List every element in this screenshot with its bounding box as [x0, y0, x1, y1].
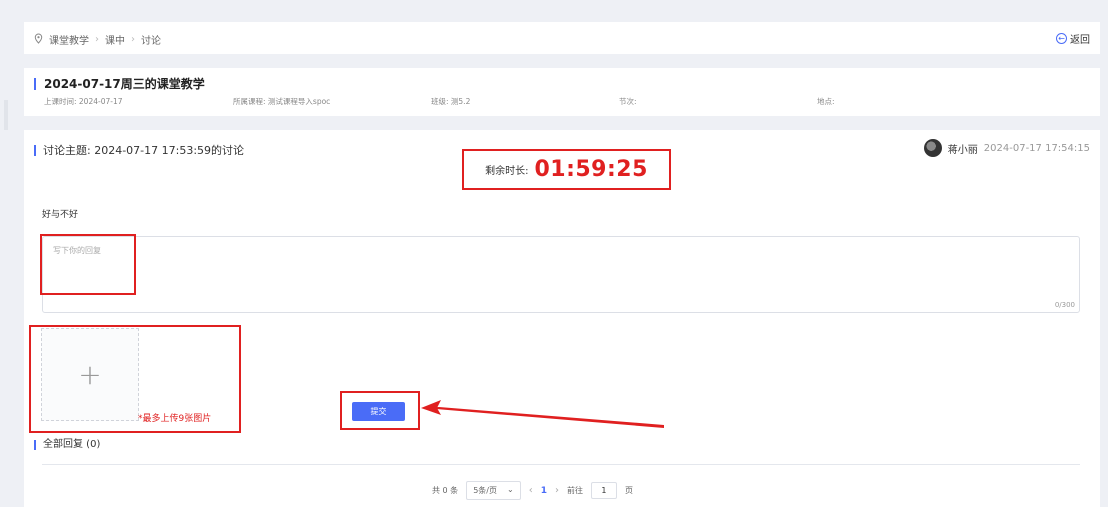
chevron-right-icon: ›: [95, 34, 99, 45]
lesson-class: 班级: 测5.2: [431, 97, 471, 106]
image-upload-button[interactable]: +: [41, 328, 139, 421]
back-arrow-icon: ←: [1056, 33, 1067, 44]
discussion-topic: 讨论主题: 2024-07-17 17:53:59的讨论: [34, 145, 244, 156]
chevron-down-icon: ⌄: [506, 485, 514, 494]
discussion-question: 好与不好: [42, 210, 79, 220]
plus-icon: +: [78, 357, 102, 391]
author-info: 蒋小丽 2024-07-17 17:54:15: [923, 139, 1090, 157]
lesson-title: 2024-07-17周三的课堂教学: [34, 78, 205, 90]
page-number-current[interactable]: 1: [541, 486, 547, 496]
avatar: [923, 139, 942, 157]
back-button[interactable]: ← 返回: [1056, 31, 1090, 46]
breadcrumb-item-teaching[interactable]: 课堂教学: [49, 32, 89, 47]
author-time: 2024-07-17 17:54:15: [983, 142, 1090, 154]
reply-textarea[interactable]: 写下你的回复 0/300: [42, 236, 1080, 313]
annotation-arrow-icon: [421, 400, 664, 428]
breadcrumb: 课堂教学 › 课中 › 讨论: [34, 32, 161, 47]
side-edge: [4, 100, 8, 130]
lesson-info-card: 2024-07-17周三的课堂教学 上课时间: 2024-07-17 所属课程:…: [24, 68, 1100, 116]
back-label: 返回: [1070, 35, 1090, 46]
prev-page-icon[interactable]: ‹: [529, 485, 533, 496]
discussion-card: 讨论主题: 2024-07-17 17:53:59的讨论 蒋小丽 2024-07…: [24, 130, 1100, 507]
lesson-location: 地点:: [817, 97, 835, 106]
divider: [42, 464, 1080, 465]
goto-page-input[interactable]: 1: [590, 482, 617, 499]
breadcrumb-bar: 课堂教学 › 课中 › 讨论 ← 返回: [24, 22, 1100, 54]
location-pin-icon: [34, 32, 43, 47]
timer-label: 剩余时长:: [485, 166, 529, 177]
lesson-time: 上课时间: 2024-07-17: [44, 97, 123, 106]
lesson-period: 节次:: [619, 97, 637, 106]
page-size-value: 5条/页: [473, 486, 497, 495]
upload-note: *最多上传9张图片: [138, 414, 212, 424]
breadcrumb-item-discussion: 讨论: [141, 36, 161, 47]
annotation-highlight-reply: [40, 234, 136, 295]
char-counter: 0/300: [1054, 301, 1075, 309]
pagination: 共 0 条 5条/页 ⌄ ‹ 1 › 前往 1 页: [432, 481, 633, 500]
all-replies-heading: 全部回复 (0): [34, 440, 100, 450]
page-suffix: 页: [624, 486, 633, 495]
goto-label: 前往: [566, 486, 583, 495]
chevron-right-icon: ›: [131, 34, 135, 45]
pagination-total: 共 0 条: [432, 486, 459, 495]
submit-button[interactable]: 提交: [352, 402, 405, 421]
page-size-select[interactable]: 5条/页 ⌄: [466, 481, 521, 500]
countdown-timer: 剩余时长: 01:59:25: [462, 149, 671, 190]
breadcrumb-item-in-class[interactable]: 课中: [105, 32, 125, 47]
author-name: 蒋小丽: [947, 144, 978, 156]
lesson-course: 所属课程: 测试课程导入spoc: [233, 97, 331, 106]
next-page-icon[interactable]: ›: [555, 485, 559, 496]
timer-value: 01:59:25: [534, 157, 648, 182]
